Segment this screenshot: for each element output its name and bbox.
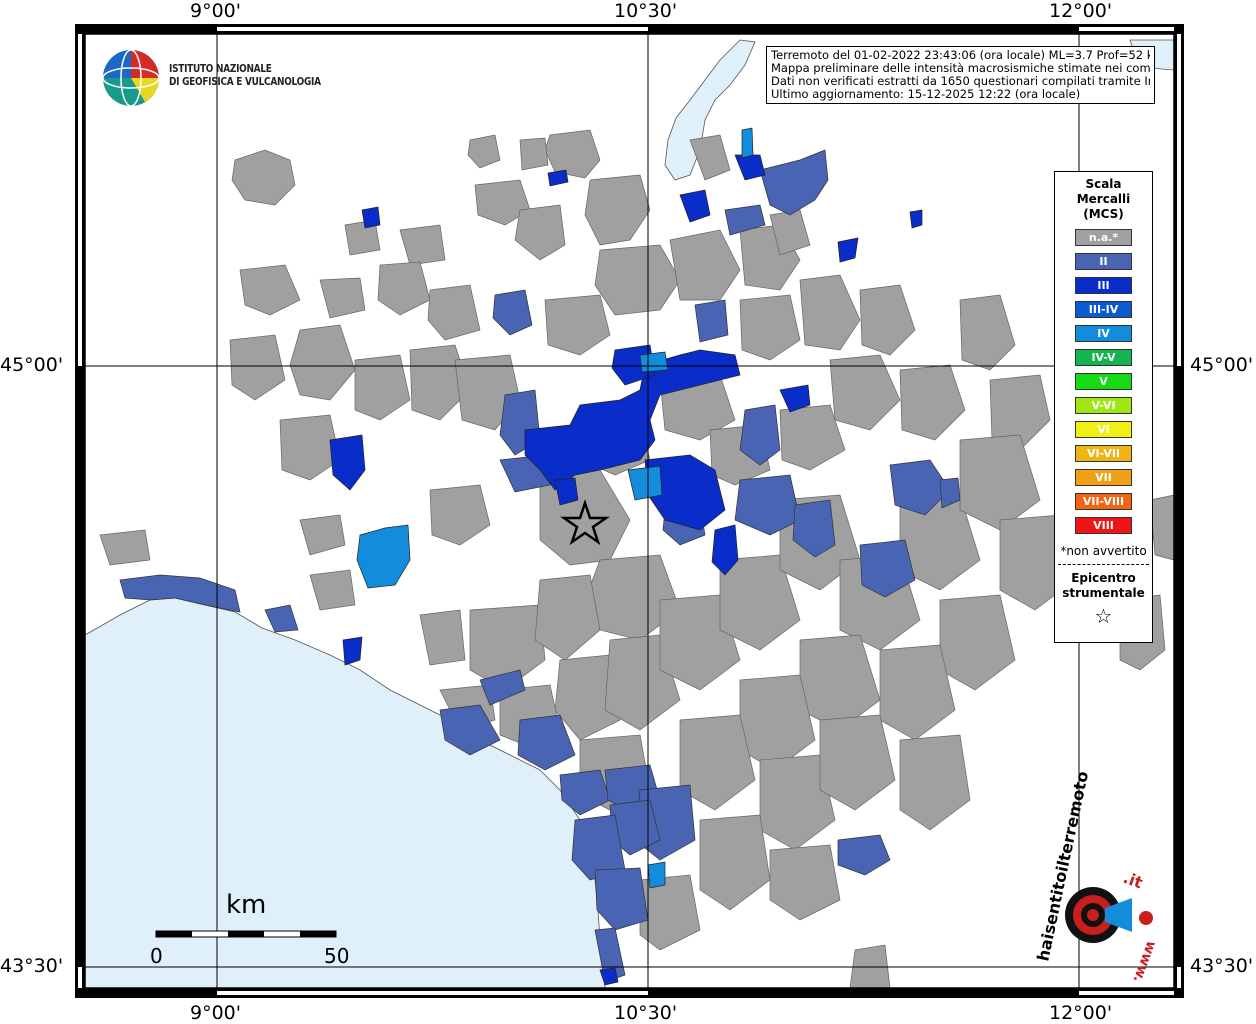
legend-swatch: II bbox=[1075, 253, 1132, 270]
lon-label-12-top: 12°00' bbox=[1049, 0, 1113, 22]
info-line-4: Ultimo aggiornamento: 15-12-2025 12:22 (… bbox=[771, 88, 1081, 101]
legend-epicenter-l2: strumentale bbox=[1062, 586, 1145, 600]
lat-label-43-30-right: 43°30' bbox=[1190, 955, 1254, 977]
lat-label-45-right: 45°00' bbox=[1190, 354, 1254, 376]
info-line-2: Mappa preliminare delle intensità macros… bbox=[771, 62, 1150, 75]
event-info-box: Terremoto del 01-02-2022 23:43:06 (ora l… bbox=[766, 46, 1155, 104]
legend-title-l1: Scala bbox=[1085, 177, 1122, 191]
legend-swatch: n.a.* bbox=[1075, 229, 1132, 246]
legend-title: Scala Mercalli (MCS) bbox=[1055, 177, 1152, 222]
lon-label-12-bottom: 12°00' bbox=[1049, 1002, 1113, 1024]
hst-tld: .it bbox=[1121, 868, 1146, 893]
haisentito-text: haisentitoilterremoto .it www. bbox=[1033, 769, 1159, 984]
legend-swatch: III-IV bbox=[1075, 301, 1132, 318]
legend-swatch: VII-VIII bbox=[1075, 493, 1132, 510]
legend-title-l2: Mercalli bbox=[1076, 192, 1131, 206]
legend-epicenter: Epicentro strumentale bbox=[1055, 571, 1152, 601]
info-line-1: Terremoto del 01-02-2022 23:43:06 (ora l… bbox=[771, 49, 1150, 62]
legend-swatch: V bbox=[1075, 373, 1132, 390]
legend-swatches: n.a.* II III III-IV IV IV-V V V-VI VI VI-VII VII VI… bbox=[1055, 229, 1152, 534]
legend-star-icon: ☆ bbox=[1094, 604, 1113, 628]
info-line-3: Dati non verificati estratti da 1650 que… bbox=[771, 75, 1150, 88]
mercalli-legend: Scala Mercalli (MCS) n.a.* II III III-IV IV I… bbox=[1054, 171, 1153, 643]
legend-swatch: VI bbox=[1075, 421, 1132, 438]
scale-max: 50 bbox=[324, 944, 350, 968]
legend-swatch: III bbox=[1075, 277, 1132, 294]
lat-label-45-left: 45°00' bbox=[0, 354, 64, 376]
lon-label-10-30-bottom: 10°30' bbox=[614, 1002, 678, 1024]
legend-separator bbox=[1058, 564, 1149, 565]
legend-swatch: IV bbox=[1075, 325, 1132, 342]
legend-swatch: VI-VII bbox=[1075, 445, 1132, 462]
ingv-line2: DI GEOFISICA E VULCANOLOGIA bbox=[169, 76, 321, 88]
ingv-logo-text: ISTITUTO NAZIONALE DI GEOFISICA E VULCAN… bbox=[169, 63, 321, 89]
legend-swatch: VII bbox=[1075, 469, 1132, 486]
lon-label-9-top: 9°00' bbox=[190, 0, 241, 22]
lon-label-9-bottom: 9°00' bbox=[190, 1002, 241, 1024]
scale-bar bbox=[155, 930, 337, 938]
legend-swatch: V-VI bbox=[1075, 397, 1132, 414]
legend-title-l3: (MCS) bbox=[1083, 207, 1124, 221]
ingv-line1: ISTITUTO NAZIONALE bbox=[169, 63, 272, 75]
hst-text-1: haisentito bbox=[1033, 870, 1071, 963]
scale-zero: 0 bbox=[150, 944, 163, 968]
lon-label-10-30-top: 10°30' bbox=[614, 0, 678, 22]
scale-unit: km bbox=[226, 890, 267, 920]
legend-epicenter-l1: Epicentro bbox=[1071, 571, 1136, 585]
legend-swatch: IV-V bbox=[1075, 349, 1132, 366]
legend-note: *non avvertito bbox=[1060, 544, 1147, 558]
lat-label-43-30-left: 43°30' bbox=[0, 955, 64, 977]
legend-swatch: VIII bbox=[1075, 517, 1132, 534]
ingv-globe-icon bbox=[102, 49, 160, 107]
